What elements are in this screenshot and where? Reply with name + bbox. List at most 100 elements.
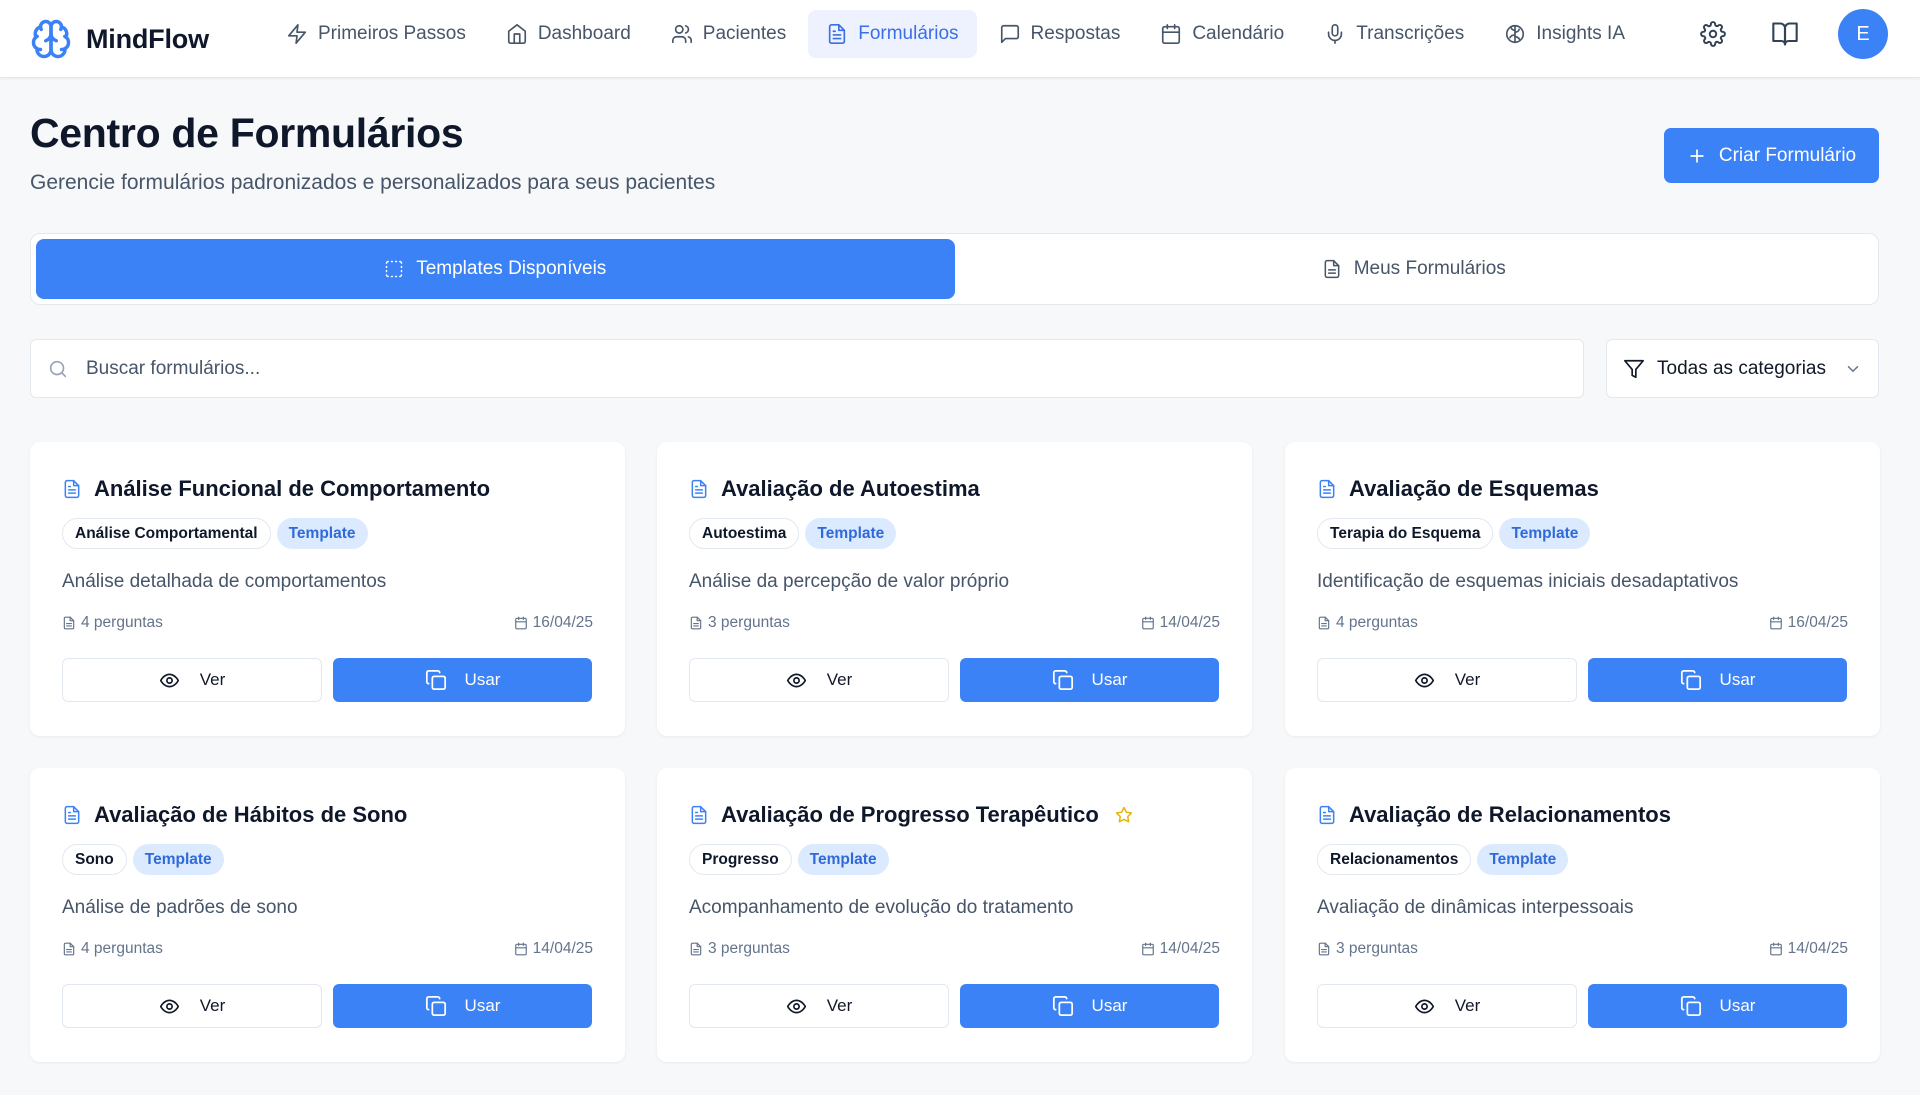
view-button-label: Ver — [826, 996, 853, 1015]
file-text-icon — [62, 478, 82, 500]
view-button-label: Ver — [826, 670, 853, 689]
category-badge: Análise Comportamental — [62, 518, 271, 549]
question-count: 4 perguntas — [1317, 614, 1418, 632]
calendar-icon — [1769, 616, 1783, 630]
card-badges: Sono Template — [62, 844, 224, 875]
card-badges: Progresso Template — [689, 844, 889, 875]
nav-item-dashboard[interactable]: Dashboard — [488, 10, 649, 58]
category-badge: Autoestima — [689, 518, 800, 549]
tab-templates[interactable]: Templates Disponíveis — [36, 239, 955, 299]
gear-icon — [1700, 21, 1726, 47]
card-title: Avaliação de Hábitos de Sono — [94, 802, 408, 827]
calendar-icon — [1141, 942, 1155, 956]
category-badge: Relacionamentos — [1317, 844, 1472, 875]
card-header: Análise Funcional de Comportamento — [62, 476, 490, 502]
search-input[interactable] — [31, 340, 1583, 397]
create-form-button[interactable]: Criar Formulário — [1664, 128, 1879, 183]
view-button[interactable]: Ver — [1317, 658, 1577, 702]
top-navbar: MindFlow Primeiros Passos Dashboard Paci… — [0, 0, 1920, 78]
view-button-label: Ver — [199, 996, 226, 1015]
template-badge: Template — [797, 844, 889, 875]
main-nav: Primeiros Passos Dashboard Pacientes For… — [268, 10, 1643, 58]
use-button[interactable]: Usar — [960, 658, 1219, 702]
use-button-label: Usar — [1091, 670, 1128, 689]
template-card: Avaliação de Progresso Terapêutico Progre… — [657, 768, 1252, 1062]
eye-icon — [1414, 996, 1435, 1017]
template-badge: Template — [132, 844, 224, 875]
card-date-text: 16/04/25 — [532, 614, 593, 631]
category-filter-value: Todas as categorias — [1657, 357, 1826, 379]
card-date-text: 14/04/25 — [1787, 940, 1848, 957]
brand[interactable]: MindFlow — [30, 14, 209, 64]
view-button[interactable]: Ver — [689, 658, 949, 702]
card-header: Avaliação de Esquemas — [1317, 476, 1599, 502]
tab-label: Templates Disponíveis — [416, 258, 607, 279]
use-button[interactable]: Usar — [1588, 658, 1847, 702]
create-form-label: Criar Formulário — [1718, 144, 1857, 166]
nav-item-primeiros-passos[interactable]: Primeiros Passos — [268, 10, 484, 58]
card-badges: Relacionamentos Template — [1317, 844, 1569, 875]
question-count: 4 perguntas — [62, 940, 163, 958]
category-badge: Sono — [62, 844, 127, 875]
question-count: 3 perguntas — [689, 940, 790, 958]
category-filter-select[interactable]: Todas as categorias — [1606, 339, 1879, 398]
card-date: 14/04/25 — [1141, 940, 1220, 958]
nav-item-label: Pacientes — [702, 23, 787, 44]
card-date: 14/04/25 — [1141, 614, 1220, 632]
page-subtitle: Gerencie formulários padronizados e pers… — [30, 171, 716, 194]
card-description: Análise detalhada de comportamentos — [62, 571, 387, 592]
nav-item-label: Formulários — [858, 23, 959, 44]
nav-item-pacientes[interactable]: Pacientes — [653, 10, 804, 58]
nav-item-label: Dashboard — [537, 23, 631, 44]
copy-icon — [1052, 995, 1074, 1017]
card-badges: Autoestima Template — [689, 518, 897, 549]
chevron-down-icon — [1844, 360, 1862, 378]
card-date: 14/04/25 — [1769, 940, 1848, 958]
template-badge: Template — [1477, 844, 1569, 875]
card-title: Análise Funcional de Comportamento — [94, 476, 491, 501]
help-button[interactable] — [1766, 15, 1804, 53]
nav-item-insights-ia[interactable]: Insights IA — [1486, 10, 1643, 58]
use-button[interactable]: Usar — [1588, 984, 1847, 1028]
view-button[interactable]: Ver — [1317, 984, 1577, 1028]
nav-item-label: Calendário — [1192, 23, 1285, 44]
nav-item-transcricoes[interactable]: Transcrições — [1306, 10, 1482, 58]
view-button-label: Ver — [199, 670, 226, 689]
star-icon[interactable] — [1115, 806, 1133, 824]
category-badge: Terapia do Esquema — [1317, 518, 1494, 549]
nav-item-label: Respostas — [1030, 23, 1121, 44]
card-date: 14/04/25 — [514, 940, 593, 958]
use-button-label: Usar — [1091, 996, 1128, 1015]
view-button[interactable]: Ver — [689, 984, 949, 1028]
nav-item-respostas[interactable]: Respostas — [981, 10, 1139, 58]
file-text-icon — [689, 478, 709, 500]
nav-item-calendario[interactable]: Calendário — [1142, 10, 1302, 58]
view-button-label: Ver — [1454, 996, 1481, 1015]
use-button[interactable]: Usar — [333, 658, 592, 702]
card-badges: Terapia do Esquema Template — [1317, 518, 1591, 549]
calendar-icon — [1160, 23, 1182, 45]
brand-name: MindFlow — [86, 23, 209, 54]
copy-icon — [1052, 669, 1074, 691]
top-actions: E — [1694, 9, 1888, 59]
card-description: Avaliação de dinâmicas interpessoais — [1317, 897, 1634, 918]
file-icon — [62, 942, 76, 956]
view-button[interactable]: Ver — [62, 658, 322, 702]
eye-icon — [1414, 670, 1435, 691]
eye-icon — [159, 996, 180, 1017]
tab-meus-formularios[interactable]: Meus Formulários — [955, 239, 1874, 299]
nav-item-label: Transcrições — [1356, 23, 1465, 44]
card-header: Avaliação de Autoestima — [689, 476, 980, 502]
user-avatar[interactable]: E — [1838, 9, 1888, 59]
question-count: 4 perguntas — [62, 614, 163, 632]
use-button[interactable]: Usar — [333, 984, 592, 1028]
template-card: Avaliação de Esquemas Terapia do Esquema T… — [1285, 442, 1880, 736]
home-icon — [506, 23, 528, 45]
settings-button[interactable] — [1694, 15, 1732, 53]
view-button[interactable]: Ver — [62, 984, 322, 1028]
question-count-text: 3 perguntas — [708, 614, 790, 631]
nav-item-formularios[interactable]: Formulários — [808, 10, 977, 58]
tab-label: Meus Formulários — [1353, 258, 1506, 279]
brain-logo-icon — [30, 18, 72, 60]
use-button[interactable]: Usar — [960, 984, 1219, 1028]
